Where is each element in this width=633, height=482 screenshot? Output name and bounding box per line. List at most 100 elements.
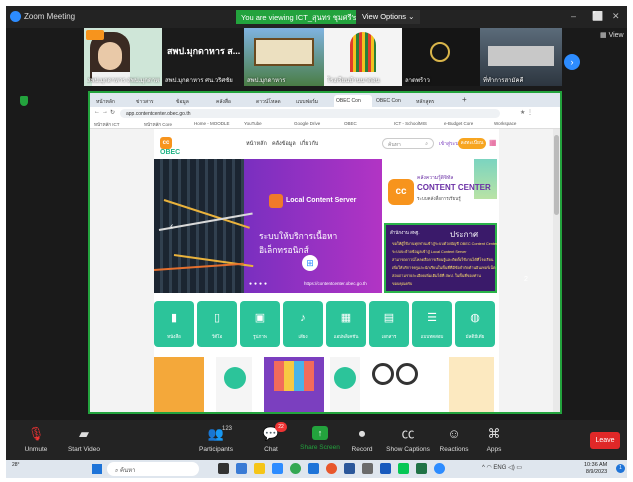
reload-icon[interactable]: ↻ <box>110 109 115 116</box>
url-field[interactable]: app.contentcenter.obec.go.th <box>120 109 500 118</box>
nav-library[interactable]: คลังข้อมูล <box>272 140 296 148</box>
close-icon[interactable]: ✕ <box>612 11 620 22</box>
participant-thumbnail[interactable]: สพป.มุกดาหาร <box>244 28 324 86</box>
chrome-icon[interactable] <box>290 463 301 474</box>
browser-tab[interactable]: หลักสูตร <box>414 95 452 107</box>
extensions-icon[interactable]: ★ ⋮ <box>520 109 533 116</box>
site-header: cc OBEC หน้าหลัก คลังข้อมูล เกี่ยวกับ ค้… <box>154 129 499 157</box>
featured-tile[interactable] <box>216 357 252 412</box>
featured-tile[interactable] <box>264 357 324 412</box>
bookmark-item[interactable]: e-Budget Core <box>444 121 473 126</box>
bookmark-item[interactable]: OBEC <box>344 121 357 126</box>
participant-thumbnail[interactable]: สพป.มุกดาหาร สพป.มุกดาหาร ส... <box>84 28 162 86</box>
outlook-icon[interactable] <box>380 463 391 474</box>
participant-thumbnail[interactable]: โรงเรียนบ้านนาดอน <box>324 28 402 86</box>
browser-tab[interactable]: หน้าหลัก <box>94 95 132 107</box>
grid-menu-icon[interactable]: ▦ <box>489 139 497 147</box>
category-images[interactable]: ▣ รูปภาพ <box>240 301 280 347</box>
browser-tab[interactable]: ข้อมูล <box>174 95 212 107</box>
hero-banner[interactable]: ‹ Local Content Server ระบบให้บริการเนื้… <box>154 159 382 293</box>
maximize-icon[interactable]: ⬜ <box>592 11 603 22</box>
firefox-icon[interactable] <box>326 463 337 474</box>
back-icon[interactable]: ← <box>94 109 100 115</box>
browser-tab[interactable]: ดาวน์โหลด <box>254 95 292 107</box>
category-label: แบบทดสอบ <box>420 334 444 339</box>
nav-about[interactable]: เกี่ยวกับ <box>300 140 318 148</box>
banner-url: https://contentcenter.obec.go.th <box>304 281 367 286</box>
announcement-line: ขอบคุณครับ <box>392 282 413 286</box>
site-logo[interactable]: cc OBEC <box>160 137 194 156</box>
bookmark-item[interactable]: หน้าหลัก Core <box>144 121 172 128</box>
zoom-toolbar: 🎙 Unmute ▰ Start Video 👥 123 Participants 💬 2… <box>6 420 627 460</box>
taskbar-search-input[interactable]: ⌕ ค้นหา <box>107 462 199 476</box>
category-books[interactable]: ▮ หนังสือ <box>154 301 194 347</box>
participant-thumbnail[interactable]: ที่ทำการสามัคคี <box>480 28 562 86</box>
notification-badge[interactable]: 1 <box>616 464 625 473</box>
featured-tile[interactable] <box>449 357 494 412</box>
dropbox-icon[interactable] <box>344 463 355 474</box>
participant-thumbnail[interactable]: สพป.มุกดาหาร ส... สพป.มุกดาหาร ศน.วริศชั… <box>162 28 244 86</box>
zoom-icon[interactable] <box>272 463 283 474</box>
nav-home[interactable]: หน้าหลัก <box>246 140 267 148</box>
category-audio[interactable]: ♪ เสียง <box>283 301 323 347</box>
scrollbar-thumb[interactable] <box>554 135 559 215</box>
category-multimedia[interactable]: ◍ มัลติมีเดีย <box>455 301 495 347</box>
featured-tile[interactable] <box>368 357 424 412</box>
task-view-icon[interactable] <box>218 463 229 474</box>
page-scrollbar[interactable] <box>553 129 560 412</box>
start-video-button[interactable]: ▰ Start Video <box>54 420 114 460</box>
participants-button[interactable]: 👥 123 Participants <box>186 420 246 460</box>
bookmark-item[interactable]: Workspace <box>494 121 516 126</box>
weather-widget[interactable]: 28° <box>12 462 20 468</box>
taskbar-search-placeholder: ค้นหา <box>120 468 136 474</box>
browser-tab[interactable]: คลังสื่อ <box>214 95 252 107</box>
bookmark-item[interactable]: หน้าหลัก ICT <box>94 121 120 128</box>
carousel-prev-icon[interactable]: ‹ <box>170 221 173 232</box>
participant-thumbnail[interactable]: ลาดพร้าว <box>402 28 480 86</box>
forward-icon[interactable]: → <box>102 109 108 115</box>
line-icon[interactable] <box>398 463 409 474</box>
system-tray[interactable]: ^ ◠ ENG ◁) ▭ <box>482 464 522 471</box>
featured-tile[interactable] <box>154 357 204 412</box>
windows-start-icon[interactable] <box>92 464 102 474</box>
bookmark-item[interactable]: ICT - SchoolMIS <box>394 121 427 126</box>
category-video[interactable]: ▯ วีดีโอ <box>197 301 237 347</box>
apps-button[interactable]: ⌘ Apps <box>464 420 524 460</box>
view-options-button[interactable]: View Options ⌄ <box>356 10 421 24</box>
battery-icon: ▭ <box>516 465 523 471</box>
browser-tab[interactable]: แบบฟอร์ม <box>294 95 332 107</box>
bookmark-item[interactable]: YouTube <box>244 121 262 126</box>
category-documents[interactable]: ▤ เอกสาร <box>369 301 409 347</box>
category-label: หนังสือ <box>167 334 181 339</box>
participants-label: Participants <box>199 446 233 453</box>
featured-tile[interactable] <box>330 357 360 412</box>
next-page-button[interactable]: › <box>564 54 580 70</box>
file-explorer-icon[interactable] <box>254 463 265 474</box>
bookmark-item[interactable]: Home - MOODLE <box>194 121 230 126</box>
browser-tab[interactable]: OBEC Con <box>374 95 412 107</box>
edge-icon[interactable] <box>236 463 247 474</box>
register-button[interactable]: ลงทะเบียน <box>458 138 486 149</box>
leave-button[interactable]: Leave <box>590 432 620 449</box>
category-label: เอกสาร <box>381 334 397 339</box>
view-label: View <box>608 32 624 39</box>
new-tab-icon[interactable]: + <box>462 95 467 104</box>
minimize-icon[interactable]: – <box>571 11 576 21</box>
bookmark-item[interactable]: Google Drive <box>294 121 320 126</box>
browser-tab[interactable]: ข่าวสาร <box>134 95 172 107</box>
excel-icon[interactable] <box>416 463 427 474</box>
taskbar-clock[interactable]: 10:36 AM 8/9/2023 <box>584 462 607 476</box>
category-apps[interactable]: ▦ แอปพลิเคชัน <box>326 301 366 347</box>
view-button[interactable]: ▦ View <box>600 31 624 39</box>
site-search-input[interactable]: ค้นหา ⌕ <box>382 138 434 149</box>
music-icon: ♪ <box>300 312 306 324</box>
browser-tab[interactable]: OBEC Con <box>334 95 372 107</box>
zoom-app-icon[interactable] <box>434 463 445 474</box>
bookmarks-bar: หน้าหลัก ICT หน้าหลัก Core Home - MOODLE Yo… <box>90 119 560 129</box>
category-quiz[interactable]: ☰ แบบทดสอบ <box>412 301 452 347</box>
store-icon[interactable] <box>362 463 373 474</box>
content-center-panel[interactable]: cc คลังความรู้ดิจิทัล CONTENT CENTER ระบ… <box>384 159 497 221</box>
word-icon[interactable] <box>308 463 319 474</box>
carousel-dots[interactable]: ●●●● <box>249 281 269 287</box>
announcement-panel[interactable]: สำนักงาน สพฐ. ประกาศ ขอให้ผู้ใช้งานทุกท่… <box>384 223 497 293</box>
